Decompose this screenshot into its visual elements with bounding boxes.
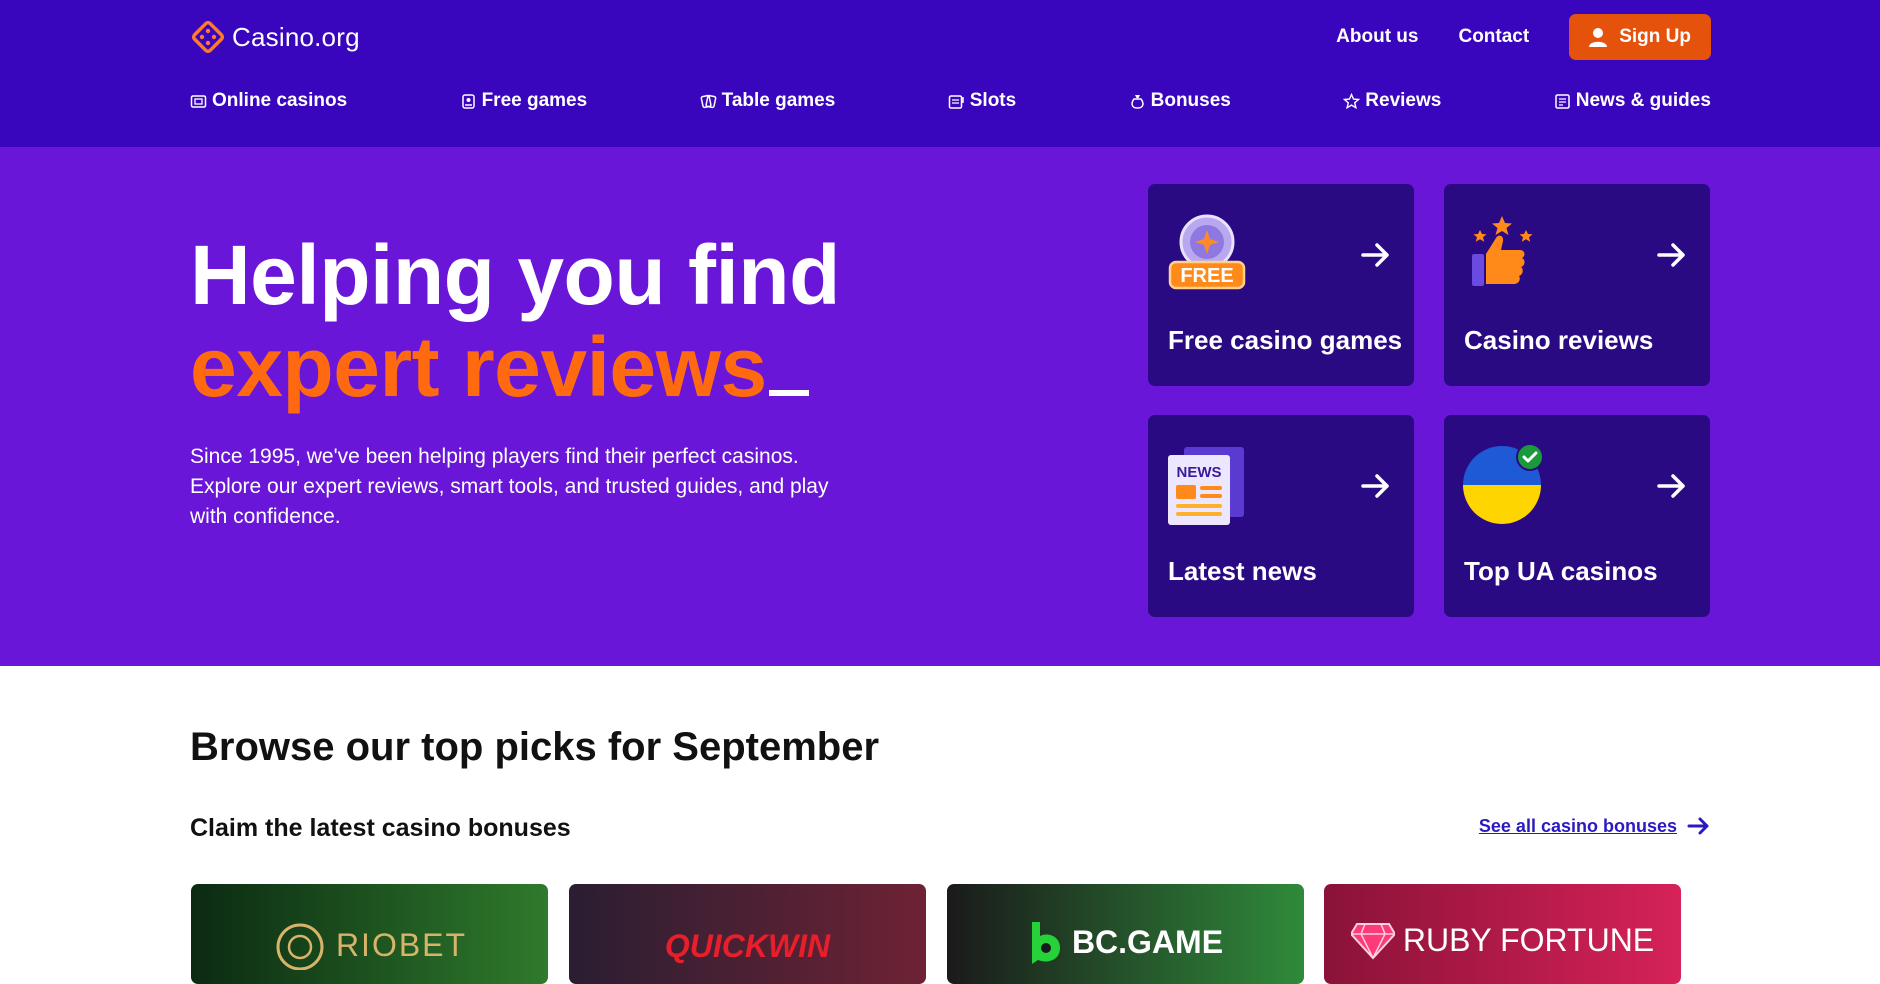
brand-name-text: BC.GAME — [1071, 923, 1224, 960]
main-nav: Online casinos Free games Table games Sl… — [190, 90, 1711, 112]
nav-news-guides[interactable]: News & guides — [1554, 90, 1711, 112]
nav-free-games[interactable]: Free games — [460, 90, 588, 112]
tile-label: Latest news — [1168, 556, 1317, 586]
riobet-emblem-icon — [276, 923, 324, 970]
bcgame-logo-icon — [1031, 922, 1060, 964]
slots-icon — [948, 94, 964, 109]
hero-title-accent: expert reviews — [190, 320, 767, 414]
nav-label: Slots — [969, 90, 1017, 111]
free-games-icon — [461, 93, 475, 109]
nav-label: Free games — [481, 90, 588, 111]
site-logo[interactable]: Casino.org — [190, 18, 360, 56]
bonuses-subtitle: Claim the latest casino bonuses — [190, 814, 571, 842]
ukraine-flag-check-icon — [1463, 443, 1544, 524]
arrow-right-icon — [1657, 474, 1685, 498]
brand-card-quickwin[interactable]: QUICKWIN — [569, 884, 926, 984]
casino-icon — [190, 94, 207, 108]
news-badge-text: NEWS — [1177, 464, 1222, 481]
brand-name-text: RIOBET — [335, 926, 468, 963]
top-links: About us Contact Sign Up — [1336, 14, 1711, 60]
brand-name-text: QUICKWIN — [664, 928, 831, 964]
tile-latest-news[interactable]: NEWS Latest news — [1148, 415, 1414, 617]
nav-label: Table games — [721, 90, 836, 111]
tile-free-casino-games[interactable]: FREE Free casino games — [1148, 184, 1414, 386]
star-icon — [1343, 92, 1361, 109]
brand-card-ruby-fortune[interactable]: RUBY FORTUNE — [1324, 884, 1681, 984]
site-header: Casino.org About us Contact Sign Up Onli… — [0, 0, 1880, 147]
sign-up-button[interactable]: Sign Up — [1569, 14, 1711, 60]
logo-text: Casino.org — [232, 21, 360, 52]
nav-label: News & guides — [1575, 90, 1711, 111]
see-all-bonuses-link[interactable]: See all casino bonuses — [1479, 814, 1711, 838]
nav-label: Reviews — [1365, 90, 1442, 111]
tile-label: Top UA casinos — [1464, 556, 1658, 586]
nav-label: Bonuses — [1150, 90, 1231, 111]
logo-diamond-icon — [191, 20, 225, 54]
brand-logo: QUICKWIN — [665, 920, 830, 965]
ruby-gem-icon — [1350, 923, 1395, 960]
tile-label: Free casino games — [1168, 325, 1403, 355]
brand-name-text: RUBY FORTUNE — [1402, 921, 1655, 958]
arrow-right-icon — [1687, 817, 1709, 835]
tile-casino-reviews[interactable]: Casino reviews — [1444, 184, 1710, 386]
sign-up-label: Sign Up — [1619, 26, 1691, 47]
newspaper-icon — [1555, 93, 1570, 109]
tile-top-ua-casinos[interactable]: Top UA casinos — [1444, 415, 1710, 617]
arrow-right-icon — [1361, 474, 1389, 498]
nav-label: Online casinos — [212, 90, 348, 111]
free-chip-icon: FREE — [1168, 214, 1246, 290]
brand-logo: RUBY FORTUNE — [1350, 920, 1655, 960]
hero-description: Since 1995, we've been helping players f… — [190, 445, 829, 528]
nav-slots[interactable]: Slots — [948, 90, 1016, 112]
brand-card-riobet[interactable]: RIOBET — [191, 884, 548, 984]
contact-link[interactable]: Contact — [1458, 26, 1529, 48]
table-games-icon — [700, 94, 717, 108]
top-picks-title: Browse our top picks for September — [190, 725, 880, 769]
nav-table-games[interactable]: Table games — [700, 90, 836, 112]
tile-label: Casino reviews — [1464, 325, 1654, 355]
hero-section: Helping you find expert reviews Since 19… — [0, 147, 1880, 666]
hero-title: Helping you find expert reviews — [190, 229, 840, 413]
arrow-right-icon — [1361, 243, 1389, 267]
brand-card-bcgame[interactable]: BC.GAME — [947, 884, 1304, 984]
see-all-label: See all casino bonuses — [1478, 815, 1677, 836]
news-icon: NEWS — [1168, 447, 1244, 525]
thumbs-up-stars-icon — [1472, 216, 1533, 286]
hero-title-line1: Helping you find — [190, 228, 840, 322]
arrow-right-icon — [1657, 243, 1685, 267]
nav-reviews[interactable]: Reviews — [1343, 90, 1441, 112]
bonus-bag-icon — [1130, 94, 1144, 109]
svg-text:FREE: FREE — [1180, 265, 1233, 287]
typing-cursor — [768, 390, 809, 396]
nav-bonuses[interactable]: Bonuses — [1129, 90, 1231, 112]
brand-logo: RIOBET — [272, 920, 467, 970]
user-icon — [1589, 28, 1608, 47]
nav-online-casinos[interactable]: Online casinos — [190, 90, 347, 112]
about-us-link[interactable]: About us — [1336, 26, 1418, 48]
brand-logo: BC.GAME — [1028, 920, 1223, 964]
